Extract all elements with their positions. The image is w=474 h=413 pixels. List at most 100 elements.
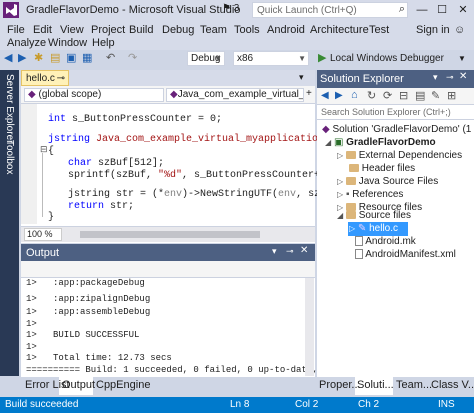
maximize-button[interactable]: ☐ bbox=[432, 2, 452, 18]
expand-arrow-icon[interactable]: ◢ bbox=[337, 211, 343, 220]
vertical-scrollbar[interactable] bbox=[305, 278, 314, 376]
forward-icon[interactable]: ▶ bbox=[335, 90, 343, 101]
output-panel-title: Output bbox=[26, 247, 60, 259]
output-line: 1> Total time: 12.73 secs bbox=[26, 353, 172, 363]
pending-changes-icon[interactable]: ↻ bbox=[367, 89, 376, 102]
folder-icon bbox=[345, 151, 356, 160]
preview-icon[interactable]: ⊞ bbox=[447, 89, 456, 102]
tree-item-solution[interactable]: ◆ Solution 'GradleFlavorDemo' (1 proj bbox=[322, 124, 474, 135]
menu-test[interactable]: Test bbox=[369, 24, 389, 36]
tab-hello-c[interactable]: hello.c ⊸ bbox=[21, 70, 69, 86]
pin-icon[interactable]: ⊸ bbox=[446, 72, 454, 83]
minimize-button[interactable]: — bbox=[412, 2, 432, 18]
pin-icon[interactable]: ⊸ bbox=[57, 73, 65, 84]
menu-window[interactable]: Window bbox=[48, 37, 87, 49]
code-block-guide bbox=[42, 153, 43, 217]
tree-item-source-files[interactable]: ◢ Source files bbox=[337, 210, 411, 221]
home-icon[interactable]: ⌂ bbox=[351, 89, 358, 101]
user-icon[interactable]: ☺ bbox=[454, 24, 465, 36]
tab-class-view[interactable]: Class V... bbox=[431, 379, 474, 391]
tree-item-external-dependencies[interactable]: ▷ External Dependencies bbox=[337, 150, 462, 161]
platform-select[interactable]: x86 ▼ bbox=[233, 51, 309, 66]
back-icon[interactable]: ◀ bbox=[4, 51, 12, 64]
search-icon: ⌕ bbox=[398, 3, 405, 15]
dropdown-icon[interactable]: ▾ bbox=[272, 246, 277, 257]
collapsed-arrow-icon[interactable]: ▷ bbox=[337, 190, 343, 199]
output-line: 1> :app:zipalignDebug bbox=[26, 294, 151, 304]
c-file-icon: ✎ bbox=[357, 223, 367, 234]
start-debugging-icon[interactable]: ▶ bbox=[318, 51, 326, 64]
menu-tools[interactable]: Tools bbox=[234, 24, 260, 36]
menu-view[interactable]: View bbox=[60, 24, 84, 36]
save-icon[interactable]: ▣ bbox=[66, 51, 76, 64]
save-all-icon[interactable]: ▦ bbox=[82, 51, 92, 64]
tree-item-header-files[interactable]: Header files bbox=[349, 163, 415, 174]
tree-item-project[interactable]: ◢ ▣ GradleFlavorDemo bbox=[325, 137, 436, 148]
collapsed-arrow-icon[interactable]: ▷ bbox=[337, 151, 343, 160]
menu-team[interactable]: Team bbox=[200, 24, 227, 36]
menu-build[interactable]: Build bbox=[129, 24, 153, 36]
close-icon[interactable]: ✕ bbox=[300, 245, 308, 256]
properties-icon[interactable]: ✎ bbox=[431, 89, 440, 102]
new-project-icon[interactable]: ✱ bbox=[34, 51, 43, 64]
status-mode: INS bbox=[438, 399, 455, 410]
scope-select[interactable]: ◆ (global scope) bbox=[24, 88, 164, 102]
back-icon[interactable]: ◀ bbox=[321, 90, 329, 101]
function-select[interactable]: ◆Java_com_example_virtual_myapp bbox=[166, 88, 304, 102]
open-folder-icon[interactable]: ▤ bbox=[50, 51, 60, 64]
chevron-down-icon[interactable]: ▼ bbox=[458, 54, 466, 63]
tab-team-explorer[interactable]: Team... bbox=[396, 379, 432, 391]
menu-help[interactable]: Help bbox=[92, 37, 115, 49]
scrollbar-thumb[interactable] bbox=[80, 231, 260, 238]
notifications-flag[interactable]: ⚑ 3 bbox=[222, 3, 239, 14]
collapse-all-icon[interactable]: ⊟ bbox=[399, 89, 408, 102]
forward-icon[interactable]: ▶ bbox=[18, 51, 26, 64]
menu-architecture[interactable]: Architecture bbox=[310, 24, 369, 36]
sign-in-link[interactable]: Sign in bbox=[416, 24, 450, 36]
close-button[interactable]: ✕ bbox=[453, 2, 473, 18]
close-icon[interactable]: ✕ bbox=[459, 71, 467, 82]
tree-item-references[interactable]: ▷ ▪ References bbox=[337, 189, 403, 200]
dropdown-icon[interactable]: ▾ bbox=[433, 72, 438, 83]
split-editor-icon[interactable]: + bbox=[306, 88, 312, 99]
tree-item-java-source-files[interactable]: ▷ Java Source Files bbox=[337, 176, 438, 187]
menu-file[interactable]: File bbox=[7, 24, 25, 36]
menu-android[interactable]: Android bbox=[267, 24, 305, 36]
quick-launch-input[interactable]: Quick Launch (Ctrl+Q) ⌕ bbox=[252, 2, 408, 18]
solution-search-input[interactable]: Search Solution Explorer (Ctrl+;) bbox=[317, 105, 474, 120]
tree-item-hello-c[interactable]: ▷ ✎ hello.c bbox=[349, 223, 398, 234]
expand-arrow-icon[interactable]: ◢ bbox=[325, 138, 331, 147]
show-all-files-icon[interactable]: ▤ bbox=[415, 89, 425, 102]
server-explorer-tab[interactable]: Server Explorer bbox=[4, 74, 15, 143]
scope-value: (global scope) bbox=[38, 89, 102, 100]
solution-icon: ◆ bbox=[322, 124, 330, 135]
tab-cppengine[interactable]: CppEngine bbox=[96, 379, 150, 391]
code-line: sprintf(szBuf, "%d", s_ButtonPressCounte… bbox=[68, 170, 339, 181]
tab-overflow-icon[interactable]: ▾ bbox=[299, 72, 304, 83]
menu-debug[interactable]: Debug bbox=[162, 24, 194, 36]
toolbox-tab[interactable]: Toolbox bbox=[4, 140, 15, 174]
status-char: Ch 2 bbox=[358, 399, 380, 410]
configuration-select[interactable]: Debug ▼ bbox=[187, 51, 225, 66]
collapsed-arrow-icon[interactable]: ▷ bbox=[337, 177, 343, 186]
refresh-icon[interactable]: ⟳ bbox=[383, 89, 392, 102]
output-line: 1> bbox=[26, 319, 37, 329]
code-line: { bbox=[48, 146, 55, 157]
tab-output[interactable]: Output bbox=[62, 379, 95, 391]
tab-solution-explorer[interactable]: Soluti... bbox=[357, 379, 394, 391]
run-button[interactable]: Local Windows Debugger bbox=[330, 53, 444, 64]
undo-icon[interactable]: ↶ bbox=[106, 51, 115, 64]
folder-icon bbox=[345, 211, 356, 220]
tree-item-android-mk[interactable]: Android.mk bbox=[355, 236, 416, 247]
zoom-select[interactable]: 100 % bbox=[24, 228, 62, 241]
tab-properties[interactable]: Proper... bbox=[319, 379, 361, 391]
tree-item-androidmanifest[interactable]: AndroidManifest.xml bbox=[355, 249, 456, 260]
collapsed-arrow-icon[interactable]: ▷ bbox=[349, 224, 355, 233]
menu-analyze[interactable]: Analyze bbox=[7, 37, 46, 49]
redo-icon[interactable]: ↷ bbox=[128, 51, 137, 64]
menu-edit[interactable]: Edit bbox=[33, 24, 52, 36]
menu-project[interactable]: Project bbox=[91, 24, 125, 36]
tab-label: hello.c bbox=[26, 73, 55, 84]
output-panel-header bbox=[21, 244, 315, 261]
pin-icon[interactable]: ⊸ bbox=[286, 246, 294, 257]
